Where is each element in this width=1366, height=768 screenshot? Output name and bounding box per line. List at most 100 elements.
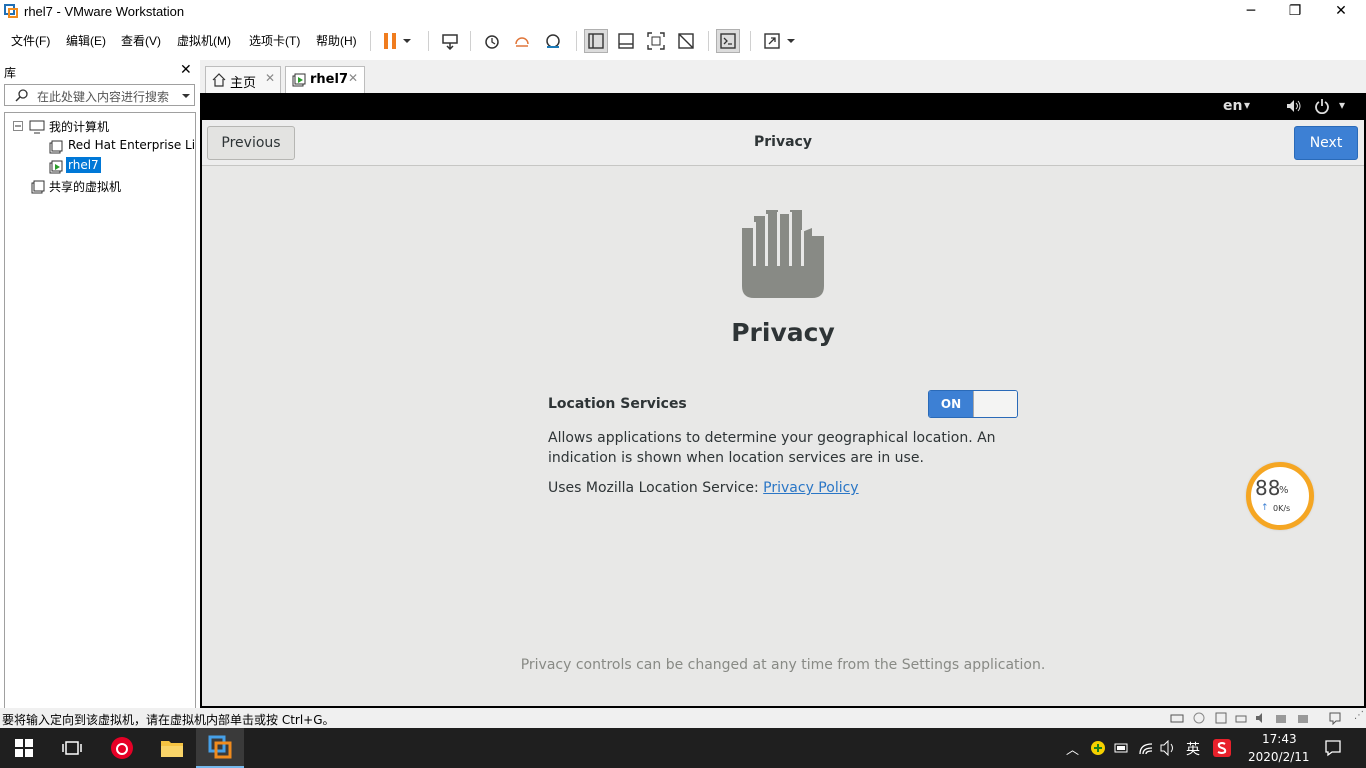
menu-help[interactable]: 帮助(H) xyxy=(316,32,357,49)
tree-shared-vms[interactable]: 共享的虚拟机 xyxy=(49,178,121,195)
show-library-icon[interactable] xyxy=(584,29,608,53)
menu-file[interactable]: 文件(F) xyxy=(11,32,50,49)
clock-time[interactable]: 17:43 xyxy=(1262,732,1297,746)
library-title: 库 xyxy=(4,66,17,80)
status-message: 要将输入定向到该虚拟机，请在虚拟机内部单击或按 Ctrl+G。 xyxy=(2,713,335,727)
uses-mozilla-label: Uses Mozilla Location Service: xyxy=(548,480,764,496)
power-dropdown-icon[interactable]: ▾ xyxy=(1339,98,1345,112)
previous-button[interactable]: Previous xyxy=(207,126,295,160)
upload-arrow-icon: ↑ xyxy=(1261,503,1269,513)
tab-strip: 主页 ✕ rhel7 ✕ xyxy=(200,60,1366,93)
music-app-button[interactable] xyxy=(98,728,146,768)
location-services-switch[interactable]: ON xyxy=(928,390,1018,418)
switch-knob[interactable] xyxy=(973,391,1017,417)
search-dropdown-icon[interactable] xyxy=(181,93,191,99)
power-icon[interactable] xyxy=(1314,98,1330,114)
hdd-icon[interactable] xyxy=(1170,712,1184,724)
vmware-app-icon xyxy=(4,4,18,18)
stretch-guest-icon[interactable] xyxy=(760,29,784,53)
printer-icon[interactable] xyxy=(1234,711,1248,725)
menu-vm[interactable]: 虚拟机(M) xyxy=(177,32,231,49)
title-bar: rhel7 - VMware Workstation ─ ❐ ✕ xyxy=(0,0,1366,24)
pause-icon[interactable] xyxy=(378,29,402,53)
tab-home[interactable]: 主页 ✕ xyxy=(205,66,281,93)
privacy-footer-note: Privacy controls can be changed at any t… xyxy=(520,657,1046,673)
language-indicator[interactable]: en xyxy=(1223,98,1242,114)
notification-center-icon[interactable] xyxy=(1324,739,1342,757)
resize-grip-icon[interactable]: ⋰ xyxy=(1354,710,1364,721)
status-bar: 要将输入定向到该虚拟机，请在虚拟机内部单击或按 Ctrl+G。 ⋰ xyxy=(0,708,1366,728)
fullscreen-icon[interactable] xyxy=(644,29,668,53)
network-speed: 0K/s xyxy=(1273,504,1291,513)
location-description-line1: Allows applications to determine your ge… xyxy=(548,430,996,446)
tree-vm-rhel7[interactable]: rhel7 xyxy=(66,157,101,173)
tree-my-computer[interactable]: 我的计算机 xyxy=(49,118,109,135)
clock-date[interactable]: 2020/2/11 xyxy=(1248,750,1310,764)
revert-snapshot-icon[interactable] xyxy=(510,29,534,53)
collapse-icon[interactable] xyxy=(13,121,23,131)
close-window-button[interactable]: ✕ xyxy=(1318,0,1364,24)
search-icon xyxy=(15,89,28,102)
thumbnail-bar-icon[interactable] xyxy=(614,29,638,53)
snapshot-manager-icon[interactable] xyxy=(541,29,565,53)
display-icon[interactable] xyxy=(1296,711,1310,725)
folder-icon xyxy=(161,741,183,757)
speaker-icon[interactable] xyxy=(1160,740,1178,756)
console-view-icon[interactable] xyxy=(716,29,740,53)
window-title: rhel7 - VMware Workstation xyxy=(24,4,185,19)
running-vm-tab-icon xyxy=(292,73,306,87)
menu-edit[interactable]: 编辑(E) xyxy=(66,32,106,49)
menu-toolbar: 文件(F) 编辑(E) 查看(V) 虚拟机(M) 选项卡(T) 帮助(H) xyxy=(0,24,1366,58)
tray-app-icon[interactable] xyxy=(1090,740,1106,756)
vm-icon xyxy=(49,140,63,154)
unity-icon[interactable] xyxy=(674,29,698,53)
tree-vm-rhel-enterprise[interactable]: Red Hat Enterprise Linux 7 xyxy=(68,138,195,152)
privacy-policy-link[interactable]: Privacy Policy xyxy=(763,480,858,496)
stretch-dropdown-icon[interactable] xyxy=(784,29,798,53)
usb-icon[interactable] xyxy=(1274,711,1288,725)
file-explorer-button[interactable] xyxy=(148,728,196,768)
sogou-ime-icon[interactable] xyxy=(1212,738,1232,758)
start-button[interactable] xyxy=(0,728,48,768)
location-services-label: Location Services xyxy=(548,396,687,412)
library-tree: 我的计算机 Red Hat Enterprise Linux 7 rhel7 共… xyxy=(4,112,196,736)
volume-icon[interactable] xyxy=(1286,99,1302,113)
cd-icon[interactable] xyxy=(1192,711,1206,725)
menu-view[interactable]: 查看(V) xyxy=(121,32,161,49)
mozilla-location-text: Uses Mozilla Location Service: Privacy P… xyxy=(548,478,859,498)
network-adapter-icon[interactable] xyxy=(1214,711,1228,725)
next-button[interactable]: Next xyxy=(1294,126,1358,160)
snapshot-icon[interactable] xyxy=(480,29,504,53)
task-view-icon xyxy=(62,741,82,755)
ime-indicator[interactable]: 英 xyxy=(1186,739,1200,759)
network-speed-widget[interactable]: 88 % ↑ 0K/s xyxy=(1246,462,1314,530)
windows-logo-icon xyxy=(15,739,33,757)
wifi-icon[interactable] xyxy=(1138,740,1154,756)
search-placeholder: 在此处键入内容进行搜索 xyxy=(37,90,170,104)
tab-home-close-icon[interactable]: ✕ xyxy=(265,71,275,85)
switch-on-label: ON xyxy=(929,391,973,417)
location-description-line2: indication is shown when location servic… xyxy=(548,450,924,466)
send-ctrl-alt-del-icon[interactable] xyxy=(438,29,462,53)
battery-icon[interactable] xyxy=(1114,741,1130,755)
tab-rhel7-close-icon[interactable]: ✕ xyxy=(348,71,358,85)
language-dropdown-icon[interactable]: ▾ xyxy=(1244,98,1250,112)
library-search-input[interactable]: 在此处键入内容进行搜索 xyxy=(4,84,195,106)
show-hidden-icons-icon[interactable]: ︿ xyxy=(1066,739,1079,758)
library-close-button[interactable]: ✕ xyxy=(180,62,192,78)
windows-taskbar: ︿ 英 17:43 2020/2/11 xyxy=(0,728,1366,768)
setup-header: Privacy Previous Next xyxy=(202,120,1364,166)
minimize-button[interactable]: ─ xyxy=(1228,0,1274,24)
gnome-top-bar: en ▾ ▾ xyxy=(200,93,1366,120)
shared-vm-icon xyxy=(31,180,45,194)
message-log-icon[interactable] xyxy=(1328,711,1342,725)
tab-home-label: 主页 xyxy=(230,76,257,91)
vmware-taskbar-button[interactable] xyxy=(196,728,244,768)
sound-card-icon[interactable] xyxy=(1254,711,1268,725)
vm-display[interactable]: en ▾ ▾ Privacy Previous Next Privacy Loc… xyxy=(200,93,1366,708)
pause-dropdown-icon[interactable] xyxy=(400,29,414,53)
task-view-button[interactable] xyxy=(48,728,96,768)
menu-tabs[interactable]: 选项卡(T) xyxy=(249,32,300,49)
maximize-button[interactable]: ❐ xyxy=(1272,0,1318,24)
tab-rhel7[interactable]: rhel7 ✕ xyxy=(285,66,365,93)
